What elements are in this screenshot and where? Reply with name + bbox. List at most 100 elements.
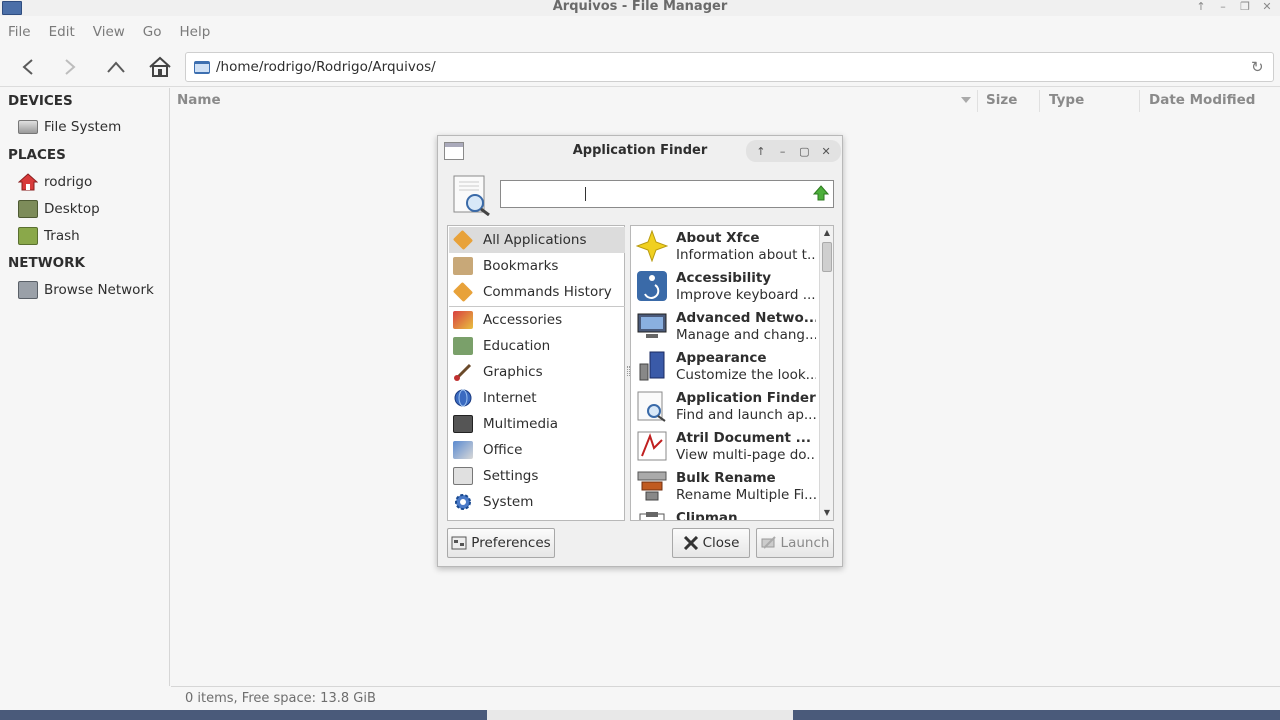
sidebar-item-label: File System	[44, 119, 122, 135]
sidebar-item-trash[interactable]: Trash	[18, 227, 80, 245]
menu-help[interactable]: Help	[180, 24, 211, 40]
app-description: Improve keyboard ...	[676, 287, 816, 303]
magnifier-icon	[453, 175, 490, 216]
sidebar-item-desktop[interactable]: Desktop	[18, 200, 100, 218]
location-path: /home/rodrigo/Rodrigo/Arquivos/	[216, 59, 436, 75]
list-item[interactable]: Application Finder Find and launch ap...	[632, 386, 818, 426]
category-label: Office	[483, 442, 523, 458]
maximize-icon[interactable]: ❐	[1238, 0, 1252, 14]
category-settings[interactable]: Settings	[449, 463, 625, 489]
category-list[interactable]: All Applications Bookmarks Commands Hist…	[447, 225, 625, 521]
list-item[interactable]: Advanced Netwo... Manage and chang...	[632, 306, 818, 346]
application-list[interactable]: About Xfce Information about t... Access…	[630, 225, 834, 521]
text-cursor	[585, 187, 586, 201]
list-item[interactable]: Accessibility Improve keyboard ...	[632, 266, 818, 306]
column-size[interactable]: Size	[986, 88, 1017, 112]
menu-file[interactable]: File	[8, 24, 31, 40]
location-bar[interactable]: /home/rodrigo/Rodrigo/Arquivos/ ↻	[185, 52, 1274, 82]
brush-icon	[454, 363, 472, 381]
menu-edit[interactable]: Edit	[49, 24, 75, 40]
scroll-up-icon[interactable]: ▲	[820, 226, 833, 240]
dialog-titlebar: Application Finder ↑ – ▢ ✕	[438, 136, 842, 166]
app-name: Advanced Netwo...	[676, 310, 816, 326]
close-icon[interactable]: ✕	[819, 145, 833, 158]
sidebar-item-label: Desktop	[44, 201, 100, 217]
shade-icon[interactable]: ↑	[754, 145, 768, 158]
bookmarks-icon	[453, 257, 473, 275]
column-type[interactable]: Type	[1049, 88, 1084, 112]
app-description: View multi-page do...	[676, 447, 816, 463]
category-office[interactable]: Office	[449, 437, 625, 463]
category-graphics[interactable]: Graphics	[449, 359, 625, 385]
category-internet[interactable]: Internet	[449, 385, 625, 411]
menu-go[interactable]: Go	[143, 24, 162, 40]
column-date-modified[interactable]: Date Modified	[1149, 88, 1255, 112]
search-input[interactable]	[500, 180, 834, 208]
sidebar-item-rodrigo[interactable]: rodrigo	[18, 173, 92, 191]
column-separator[interactable]	[977, 90, 978, 112]
sidebar-item-browse-network[interactable]: Browse Network	[18, 281, 154, 299]
category-commands-history[interactable]: Commands History	[449, 279, 625, 305]
category-accessories[interactable]: Accessories	[449, 307, 625, 333]
column-separator[interactable]	[1039, 90, 1040, 112]
reload-icon[interactable]: ↻	[1251, 59, 1267, 75]
scroll-down-icon[interactable]: ▼	[820, 506, 833, 520]
sidebar-item-file-system[interactable]: File System	[18, 119, 121, 135]
launch-icon	[761, 536, 776, 549]
column-separator[interactable]	[1139, 90, 1140, 112]
arrow-up-green-icon[interactable]	[813, 185, 829, 201]
taskbar	[0, 710, 1280, 720]
back-button[interactable]	[13, 53, 43, 81]
list-item[interactable]: Bulk Rename Rename Multiple Fi...	[632, 466, 818, 506]
chevron-right-icon	[65, 59, 76, 75]
launch-button[interactable]: Launch	[756, 528, 834, 558]
category-bookmarks[interactable]: Bookmarks	[449, 253, 625, 279]
forward-button[interactable]	[55, 53, 85, 81]
clipboard-icon	[639, 512, 665, 520]
scrollbar-thumb[interactable]	[822, 242, 832, 272]
close-icon[interactable]: ✕	[1260, 0, 1274, 14]
globe-icon	[454, 389, 472, 407]
window-title: Arquivos - File Manager	[552, 0, 728, 14]
category-education[interactable]: Education	[449, 333, 625, 359]
appearance-icon	[639, 351, 665, 381]
home-folder-icon	[18, 173, 38, 191]
home-icon	[149, 56, 171, 77]
star-icon	[636, 230, 668, 262]
drive-icon	[18, 120, 38, 134]
dialog-window-buttons: ↑ – ▢ ✕	[746, 140, 841, 162]
app-name: Application Finder	[676, 390, 816, 406]
close-button[interactable]: Close	[672, 528, 750, 558]
scrollbar[interactable]: ▲ ▼	[819, 226, 833, 520]
up-button[interactable]	[101, 53, 131, 81]
minimize-icon[interactable]: –	[776, 145, 790, 158]
sidebar-header-devices: DEVICES	[8, 93, 73, 109]
shade-icon[interactable]: ↑	[1194, 0, 1208, 14]
list-item[interactable]: About Xfce Information about t...	[632, 226, 818, 266]
list-item[interactable]: Appearance Customize the look...	[632, 346, 818, 386]
maximize-icon[interactable]: ▢	[797, 145, 811, 158]
settings-icon	[453, 467, 473, 485]
column-name[interactable]: Name	[177, 88, 221, 112]
category-multimedia[interactable]: Multimedia	[449, 411, 625, 437]
category-label: Accessories	[483, 312, 563, 328]
category-all-applications[interactable]: All Applications	[449, 227, 625, 253]
sort-arrow-icon	[961, 97, 971, 103]
app-name: Clipman	[676, 510, 738, 521]
app-description: Customize the look...	[676, 367, 816, 383]
app-name: Accessibility	[676, 270, 772, 286]
category-system[interactable]: System	[449, 489, 625, 515]
minimize-icon[interactable]: –	[1216, 0, 1230, 14]
sidebar-header-places: PLACES	[8, 147, 66, 163]
close-label: Close	[702, 535, 740, 551]
category-label: Multimedia	[483, 416, 559, 432]
list-item[interactable]: Clipman	[632, 506, 818, 521]
list-item[interactable]: Atril Document ... View multi-page do...	[632, 426, 818, 466]
category-label: Internet	[483, 390, 537, 406]
app-name: Atril Document ...	[676, 430, 811, 446]
close-x-icon	[683, 536, 698, 550]
home-button[interactable]	[145, 53, 175, 81]
preferences-button[interactable]: Preferences	[447, 528, 555, 558]
sidebar-item-label: Browse Network	[44, 282, 154, 298]
menu-view[interactable]: View	[93, 24, 125, 40]
